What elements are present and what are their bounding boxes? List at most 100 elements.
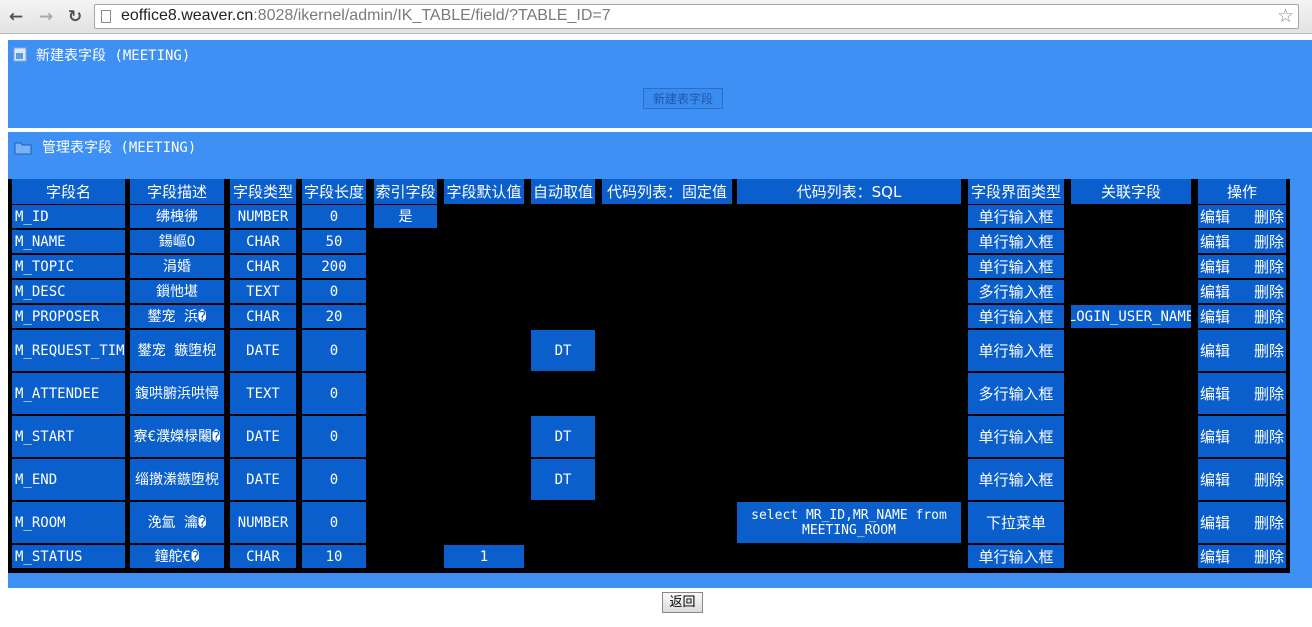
field-desc: 浼氳 瀹� [130, 502, 224, 543]
field-desc: 寮€濮嬫椂闂� [130, 416, 224, 457]
row-actions: 编辑 删除 [1198, 545, 1286, 568]
edit-link[interactable]: 编辑 [1200, 306, 1230, 327]
field-desc: 鐢宠 浜� [130, 305, 224, 328]
new-field-button[interactable]: 新建表字段 [643, 88, 723, 109]
edit-link[interactable]: 编辑 [1200, 383, 1230, 404]
forward-arrow-icon[interactable]: → [36, 7, 56, 27]
row-actions: 编辑 删除 [1198, 280, 1286, 303]
row-actions: 编辑 删除 [1198, 330, 1286, 371]
auto-value: DT [531, 416, 595, 457]
field-name: M_START [12, 416, 125, 457]
field-name: M_END [12, 459, 125, 500]
field-type: TEXT [230, 280, 296, 303]
field-type: TEXT [230, 373, 296, 414]
edit-link[interactable]: 编辑 [1200, 256, 1230, 277]
delete-link[interactable]: 删除 [1254, 256, 1284, 277]
ui-type: 单行输入框 [968, 255, 1064, 278]
column-header: 字段类型 [230, 179, 296, 204]
field-length: 20 [302, 305, 366, 328]
field-length: 0 [302, 373, 366, 414]
edit-link[interactable]: 编辑 [1200, 340, 1230, 361]
delete-link[interactable]: 删除 [1254, 231, 1284, 252]
column-header: 代码列表：固定值 [602, 179, 732, 204]
edit-link[interactable]: 编辑 [1200, 281, 1230, 302]
folder-icon [14, 142, 32, 155]
manage-section-title: 管理表字段 (MEETING) [42, 140, 197, 156]
column-header: 字段长度 [302, 179, 366, 204]
field-desc: 鐘舵€� [130, 545, 224, 568]
delete-link[interactable]: 删除 [1254, 306, 1284, 327]
ui-type: 单行输入框 [968, 230, 1064, 253]
related-field: LOGIN_USER_NAME [1071, 305, 1191, 328]
field-length: 0 [302, 502, 366, 543]
column-header: 字段默认值 [444, 179, 524, 204]
delete-link[interactable]: 删除 [1254, 469, 1284, 490]
field-length: 0 [302, 330, 366, 371]
field-desc: 鐢宠 鏃堕棿 [130, 330, 224, 371]
delete-link[interactable]: 删除 [1254, 383, 1284, 404]
delete-link[interactable]: 删除 [1254, 546, 1284, 567]
ui-type: 单行输入框 [968, 330, 1064, 371]
field-desc: 鎻忚堪 [130, 280, 224, 303]
ui-type: 多行输入框 [968, 373, 1064, 414]
column-header: 字段名 [12, 179, 125, 204]
delete-link[interactable]: 删除 [1254, 340, 1284, 361]
row-actions: 编辑 删除 [1198, 255, 1286, 278]
field-type: NUMBER [230, 502, 296, 543]
field-type: CHAR [230, 255, 296, 278]
delete-link[interactable]: 删除 [1254, 512, 1284, 533]
bookmark-star-icon[interactable]: ☆ [1277, 5, 1294, 27]
back-button[interactable]: 返回 [662, 592, 703, 613]
browser-toolbar: ← → ↻ eoffice8.weaver.cn:8028/ikernel/ad… [0, 0, 1312, 34]
edit-link[interactable]: 编辑 [1200, 206, 1230, 227]
field-name: M_DESC [12, 280, 125, 303]
row-actions: 编辑 删除 [1198, 459, 1286, 500]
field-length: 50 [302, 230, 366, 253]
field-table: 字段名 字段描述 字段类型 字段长度 索引字段 字段默认值 自动取值 代码列表：固定值 代码列表… [8, 179, 1290, 573]
index-flag: 是 [374, 205, 437, 228]
column-header: 索引字段 [374, 179, 437, 204]
ui-type: 单行输入框 [968, 545, 1064, 568]
ui-type: 下拉菜单 [968, 502, 1064, 543]
field-name: M_STATUS [12, 545, 125, 568]
row-actions: 编辑 删除 [1198, 205, 1286, 228]
edit-link[interactable]: 编辑 [1200, 231, 1230, 252]
ui-type: 单行输入框 [968, 416, 1064, 457]
edit-link[interactable]: 编辑 [1200, 512, 1230, 533]
default-value: 1 [444, 545, 524, 568]
column-header: 自动取值 [531, 179, 595, 204]
row-actions: 编辑 删除 [1198, 416, 1286, 457]
reload-icon[interactable]: ↻ [65, 7, 85, 27]
field-type: DATE [230, 330, 296, 371]
address-bar[interactable]: eoffice8.weaver.cn:8028/ikernel/admin/IK… [94, 4, 1299, 29]
field-type: CHAR [230, 545, 296, 568]
edit-link[interactable]: 编辑 [1200, 469, 1230, 490]
auto-value: DT [531, 459, 595, 500]
new-field-panel: 新建表字段 (MEETING) [8, 40, 1312, 128]
edit-link[interactable]: 编辑 [1200, 426, 1230, 447]
field-desc: 涓婚 [130, 255, 224, 278]
field-desc: 鍑哄腑浜哄憳 [130, 373, 224, 414]
field-length: 200 [302, 255, 366, 278]
ui-type: 单行输入框 [968, 205, 1064, 228]
ui-type: 多行输入框 [968, 280, 1064, 303]
delete-link[interactable]: 删除 [1254, 206, 1284, 227]
broken-image-icon [13, 47, 27, 62]
field-length: 0 [302, 459, 366, 500]
delete-link[interactable]: 删除 [1254, 426, 1284, 447]
row-actions: 编辑 删除 [1198, 305, 1286, 328]
field-length: 10 [302, 545, 366, 568]
field-name: M_TOPIC [12, 255, 125, 278]
delete-link[interactable]: 删除 [1254, 281, 1284, 302]
field-length: 0 [302, 205, 366, 228]
field-type: NUMBER [230, 205, 296, 228]
field-name: M_ID [12, 205, 125, 228]
field-type: CHAR [230, 305, 296, 328]
column-header: 字段界面类型 [968, 179, 1064, 204]
back-arrow-icon[interactable]: ← [6, 7, 26, 27]
row-actions: 编辑 删除 [1198, 373, 1286, 414]
edit-link[interactable]: 编辑 [1200, 546, 1230, 567]
field-length: 0 [302, 280, 366, 303]
column-header: 操作 [1198, 179, 1286, 204]
field-name: M_NAME [12, 230, 125, 253]
